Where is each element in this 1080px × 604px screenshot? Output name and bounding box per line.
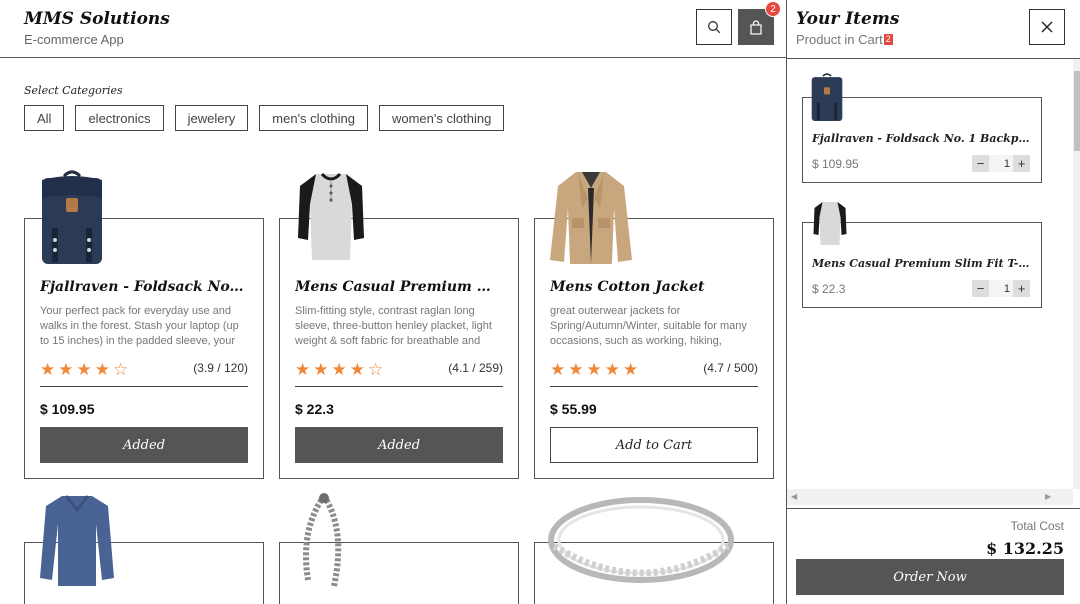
star-filled-icon: ★ [58,360,74,379]
divider [787,508,1080,509]
product-title: Fjallraven - Foldsack No. 1 Backpack, Fi… [40,279,245,295]
tshirt-icon [298,172,364,260]
total-cost-value: $ 132.25 [986,539,1064,558]
quantity-value[interactable]: 1 [989,280,1013,297]
product-rating: ★ ★ ★ ★ ☆ (3.9 / 120) [40,361,248,387]
close-panel-button[interactable] [1029,9,1065,45]
product-description: Slim-fitting style, contrast raglan long… [295,305,492,347]
total-cost-label: Total Cost [1010,519,1064,533]
category-all-button[interactable]: All [24,105,65,131]
cart-item-price: $ 109.95 [812,157,859,171]
product-rating: ★ ★ ★ ★ ★ (4.7 / 500) [550,361,758,387]
star-filled-icon: ★ [550,360,566,379]
scroll-right-icon[interactable]: ▶ [1045,492,1051,501]
category-womens-clothing-button[interactable]: women's clothing [378,105,505,131]
search-icon [708,21,721,34]
decrease-quantity-button[interactable]: − [972,155,989,172]
rating-stars: ★ ★ ★ ★ ☆ [295,361,383,378]
star-filled-icon: ★ [568,360,584,379]
product-price: $ 55.99 [550,401,597,417]
star-filled-icon: ★ [331,360,347,379]
quantity-value[interactable]: 1 [989,155,1013,172]
brand-subtitle: E-commerce App [24,32,124,47]
bracelet-icon [303,493,342,587]
scrollbar-thumb[interactable] [1074,71,1080,151]
star-empty-icon: ☆ [113,360,129,379]
jacket-icon [550,172,632,264]
product-description: great outerwear jackets for Spring/Autum… [550,305,747,347]
product-rating: ★ ★ ★ ★ ☆ (4.1 / 259) [295,361,503,387]
scroll-left-icon[interactable]: ◀ [791,492,797,501]
backpack-icon [42,170,102,264]
star-filled-icon: ★ [76,360,92,379]
star-empty-icon: ☆ [368,360,384,379]
product-description: Your perfect pack for everyday use and w… [40,305,239,347]
category-jewelery-button[interactable]: jewelery [174,105,249,131]
cart-panel: Your Items Product in Cart 2 Fjallraven … [786,0,1080,604]
cart-count-badge: 2 [765,1,781,17]
category-electronics-button[interactable]: electronics [75,105,164,131]
product-title: Mens Casual Premium Slim Fit T-Shirts [295,279,500,295]
panel-subtitle-text: Product in Cart [796,32,883,47]
panel-count-badge: 2 [883,34,893,45]
shopping-bag-icon [750,19,762,35]
panel-title: Your Items [796,9,900,29]
star-filled-icon: ★ [94,360,110,379]
product-price: $ 109.95 [40,401,95,417]
header: MMS Solutions E-commerce App 2 [0,0,786,58]
star-filled-icon: ★ [623,360,639,379]
star-filled-icon: ★ [604,360,620,379]
cart-item-title: Mens Casual Premium Slim Fit T-Shirts [812,257,1034,270]
app: MMS Solutions E-commerce App 2 Select Ca… [0,0,1080,604]
quantity-stepper: − 1 + [972,155,1030,172]
star-filled-icon: ★ [313,360,329,379]
product-title: Mens Cotton Jacket [550,279,705,295]
star-filled-icon: ★ [586,360,602,379]
category-filter-bar: All electronics jewelery men's clothing … [24,105,505,131]
ring-icon [548,497,734,583]
backpack-icon [811,73,843,121]
cart-items-list: Fjallraven - Foldsack No. 1 Backpack, Fi… [787,59,1075,489]
quantity-stepper: − 1 + [972,280,1030,297]
increase-quantity-button[interactable]: + [1013,280,1030,297]
increase-quantity-button[interactable]: + [1013,155,1030,172]
rating-count: (4.7 / 500) [703,361,758,375]
product-price: $ 22.3 [295,401,334,417]
vertical-scrollbar[interactable] [1073,59,1080,489]
star-filled-icon: ★ [295,360,311,379]
decrease-quantity-button[interactable]: − [972,280,989,297]
cart-item-title: Fjallraven - Foldsack No. 1 Backpack, Fi… [812,132,1034,145]
cart-item-price: $ 22.3 [812,282,846,296]
rating-count: (4.1 / 259) [448,361,503,375]
rating-count: (3.9 / 120) [193,361,248,375]
order-now-button[interactable]: Order Now [796,559,1064,595]
added-button[interactable]: Added [40,427,248,463]
categories-label: Select Categories [24,84,123,97]
panel-subtitle: Product in Cart 2 [796,32,893,47]
tshirt-icon [813,202,847,245]
close-icon [1041,21,1053,33]
sweater-icon [40,495,114,586]
star-filled-icon: ★ [40,360,56,379]
star-filled-icon: ★ [349,360,365,379]
added-button[interactable]: Added [295,427,503,463]
add-to-cart-button[interactable]: Add to Cart [550,427,758,463]
rating-stars: ★ ★ ★ ★ ☆ [40,361,128,378]
search-button[interactable] [696,9,732,45]
rating-stars: ★ ★ ★ ★ ★ [550,361,638,378]
horizontal-scrollbar[interactable]: ◀ ▶ [787,489,1073,505]
brand-title: MMS Solutions [24,9,170,29]
category-mens-clothing-button[interactable]: men's clothing [259,105,368,131]
